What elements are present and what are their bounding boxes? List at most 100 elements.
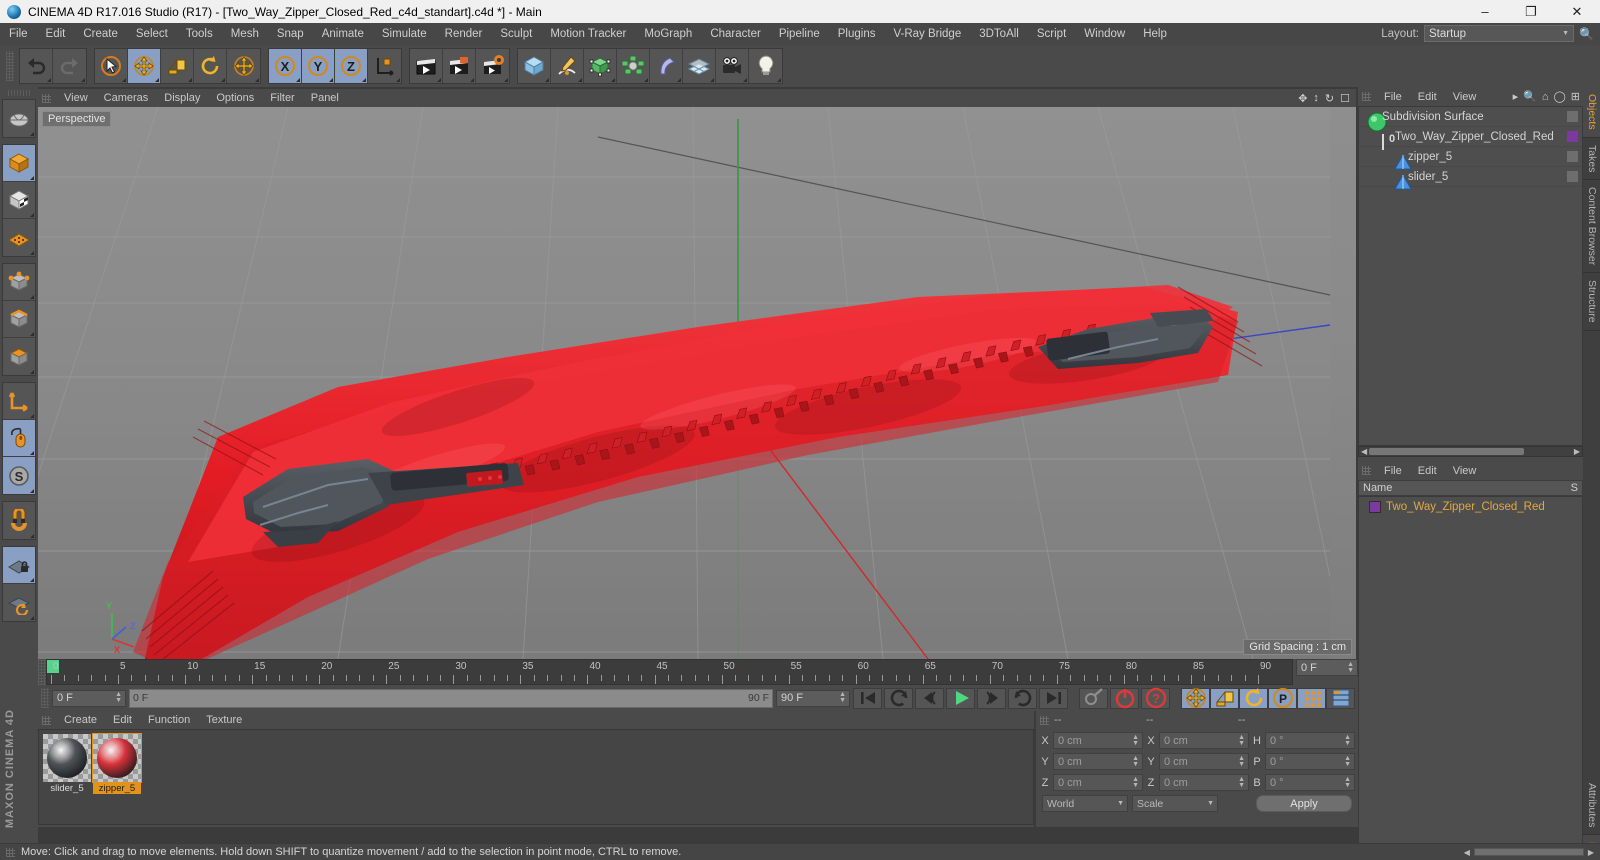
status-scroll-thumb[interactable] bbox=[1473, 848, 1584, 856]
search-icon[interactable]: 🔍 bbox=[1579, 27, 1594, 41]
expand-icon[interactable]: ⊞ bbox=[1571, 90, 1580, 103]
leftbar-grip[interactable] bbox=[8, 90, 30, 96]
autokey-button[interactable] bbox=[1079, 687, 1108, 709]
material-panel-menu-view[interactable]: View bbox=[1445, 465, 1485, 477]
go-to-start-button[interactable] bbox=[853, 687, 882, 709]
pan-view-icon[interactable]: ✥ bbox=[1298, 92, 1307, 105]
record-button[interactable] bbox=[1110, 687, 1139, 709]
menu-item-mograph[interactable]: MoGraph bbox=[635, 23, 701, 45]
select-tool-button[interactable] bbox=[95, 49, 128, 83]
viewport-menu-options[interactable]: Options bbox=[208, 92, 262, 104]
viewport-menu-filter[interactable]: Filter bbox=[262, 92, 302, 104]
scroll-right-icon[interactable]: ▶ bbox=[1588, 848, 1594, 857]
material-list[interactable]: slider_5 zipper_5 bbox=[38, 729, 1034, 825]
viewport-menu-view[interactable]: View bbox=[56, 92, 96, 104]
rotate-view-icon[interactable]: ↻ bbox=[1325, 92, 1334, 105]
menu-item-character[interactable]: Character bbox=[701, 23, 770, 45]
timeline-grip[interactable] bbox=[38, 659, 46, 685]
menu-item-create[interactable]: Create bbox=[74, 23, 127, 45]
rotation-p-field[interactable]: 0 ° ▲ ▼ bbox=[1265, 753, 1355, 770]
object-menu-file[interactable]: File bbox=[1376, 91, 1410, 103]
size-y-field[interactable]: 0 cm ▲ ▼ bbox=[1159, 753, 1249, 770]
spinner-icon[interactable]: ▲ ▼ bbox=[115, 691, 122, 704]
timeline-panel-button[interactable] bbox=[1326, 687, 1355, 709]
position-x-field[interactable]: 0 cm ▲ ▼ bbox=[1053, 732, 1143, 749]
spinner-icon[interactable]: ▲ ▼ bbox=[1344, 755, 1351, 768]
toolbar-grip[interactable] bbox=[6, 51, 14, 81]
spinner-icon[interactable]: ▲ ▼ bbox=[1344, 776, 1351, 789]
redo-button[interactable] bbox=[53, 49, 86, 83]
spinner-icon[interactable]: ▲ ▼ bbox=[1132, 755, 1139, 768]
frame-start-field[interactable]: 0 F ▲ ▼ bbox=[52, 689, 126, 707]
close-button[interactable]: ✕ bbox=[1554, 0, 1600, 23]
y-axis-lock-button[interactable]: Y bbox=[302, 49, 335, 83]
frame-end-field[interactable]: 90 F ▲ ▼ bbox=[776, 689, 850, 707]
add-light-button[interactable] bbox=[749, 49, 782, 83]
menu-item-3dtoall[interactable]: 3DToAll bbox=[970, 23, 1028, 45]
material-grip[interactable] bbox=[42, 715, 51, 725]
object-menu-edit[interactable]: Edit bbox=[1410, 91, 1445, 103]
menu-item-pipeline[interactable]: Pipeline bbox=[770, 23, 829, 45]
material-menu-texture[interactable]: Texture bbox=[198, 714, 250, 726]
coordinates-grip[interactable] bbox=[1040, 715, 1049, 725]
home-icon[interactable]: ⌂ bbox=[1542, 91, 1549, 103]
render-region-button[interactable] bbox=[443, 49, 476, 83]
zoom-view-icon[interactable]: ↕ bbox=[1313, 92, 1319, 104]
texture-mode-button[interactable] bbox=[3, 182, 35, 219]
size-mode-dropdown[interactable]: Scale ▼ bbox=[1132, 795, 1218, 812]
maximize-button[interactable]: ❐ bbox=[1508, 0, 1554, 23]
layout-dropdown[interactable]: Startup ▼ bbox=[1424, 25, 1574, 42]
axis-mode-button[interactable] bbox=[3, 383, 35, 420]
record-scale-button[interactable] bbox=[1210, 687, 1239, 709]
rotate-tool-button[interactable] bbox=[194, 49, 227, 83]
object-row[interactable]: Subdivision Surface bbox=[1359, 107, 1582, 132]
object-tree-hscrollbar[interactable]: ◀ ▶ bbox=[1358, 446, 1583, 457]
enable-axis-button[interactable] bbox=[3, 420, 35, 457]
material-menu-function[interactable]: Function bbox=[140, 714, 198, 726]
next-key-button[interactable] bbox=[1008, 687, 1037, 709]
make-editable-button[interactable] bbox=[3, 100, 35, 137]
vtab-content-browser[interactable]: Content Browser bbox=[1583, 180, 1600, 274]
material-item[interactable]: slider_5 bbox=[43, 734, 91, 820]
add-scene-button[interactable] bbox=[683, 49, 716, 83]
record-pla-button[interactable]: P bbox=[1268, 687, 1297, 709]
object-row[interactable]: 0 Two_Way_Zipper_Closed_Red bbox=[1359, 127, 1582, 150]
menu-item-mesh[interactable]: Mesh bbox=[222, 23, 268, 45]
viewport-menu-display[interactable]: Display bbox=[156, 92, 208, 104]
add-generator-button[interactable] bbox=[584, 49, 617, 83]
object-tag[interactable] bbox=[1567, 171, 1578, 182]
menu-item-snap[interactable]: Snap bbox=[268, 23, 313, 45]
status-grip[interactable] bbox=[6, 847, 15, 857]
menu-item-simulate[interactable]: Simulate bbox=[373, 23, 436, 45]
polygons-mode-button[interactable] bbox=[3, 338, 35, 375]
object-manager-grip[interactable] bbox=[1362, 92, 1371, 101]
menu-item-tools[interactable]: Tools bbox=[177, 23, 222, 45]
render-settings-button[interactable] bbox=[476, 49, 509, 83]
undo-button[interactable] bbox=[20, 49, 53, 83]
object-tag[interactable] bbox=[1567, 151, 1578, 162]
step-back-button[interactable] bbox=[915, 687, 944, 709]
workplane-rotate-button[interactable] bbox=[3, 584, 35, 621]
rotation-b-field[interactable]: 0 ° ▲ ▼ bbox=[1265, 774, 1355, 791]
vtab-objects[interactable]: Objects bbox=[1583, 87, 1600, 138]
add-deformer-button[interactable] bbox=[650, 49, 683, 83]
menu-item-window[interactable]: Window bbox=[1075, 23, 1134, 45]
viewport-menu-panel[interactable]: Panel bbox=[303, 92, 347, 104]
ellipse-icon[interactable]: ◯ bbox=[1553, 90, 1565, 103]
hscroll-thumb[interactable] bbox=[1369, 448, 1524, 455]
scale-tool-button[interactable] bbox=[161, 49, 194, 83]
material-table-row[interactable]: Two_Way_Zipper_Closed_Red bbox=[1359, 497, 1582, 516]
menu-item-edit[interactable]: Edit bbox=[37, 23, 75, 45]
x-axis-lock-button[interactable]: X bbox=[269, 49, 302, 83]
object-row[interactable]: slider_5 bbox=[1359, 167, 1582, 190]
previous-key-button[interactable] bbox=[884, 687, 913, 709]
material-table-body[interactable]: Two_Way_Zipper_Closed_Red bbox=[1358, 496, 1583, 860]
menu-item-motion-tracker[interactable]: Motion Tracker bbox=[541, 23, 635, 45]
material-panel-menu-file[interactable]: File bbox=[1376, 465, 1410, 477]
position-z-field[interactable]: 0 cm ▲ ▼ bbox=[1053, 774, 1143, 791]
menu-item-file[interactable]: File bbox=[0, 23, 37, 45]
spinner-icon[interactable]: ▲ ▼ bbox=[1132, 734, 1139, 747]
scroll-left-icon[interactable]: ◀ bbox=[1464, 848, 1470, 857]
spinner-icon[interactable]: ▲ ▼ bbox=[1238, 755, 1245, 768]
perspective-viewport[interactable]: Perspective Grid Spacing : 1 cm Y Z X bbox=[38, 107, 1356, 659]
